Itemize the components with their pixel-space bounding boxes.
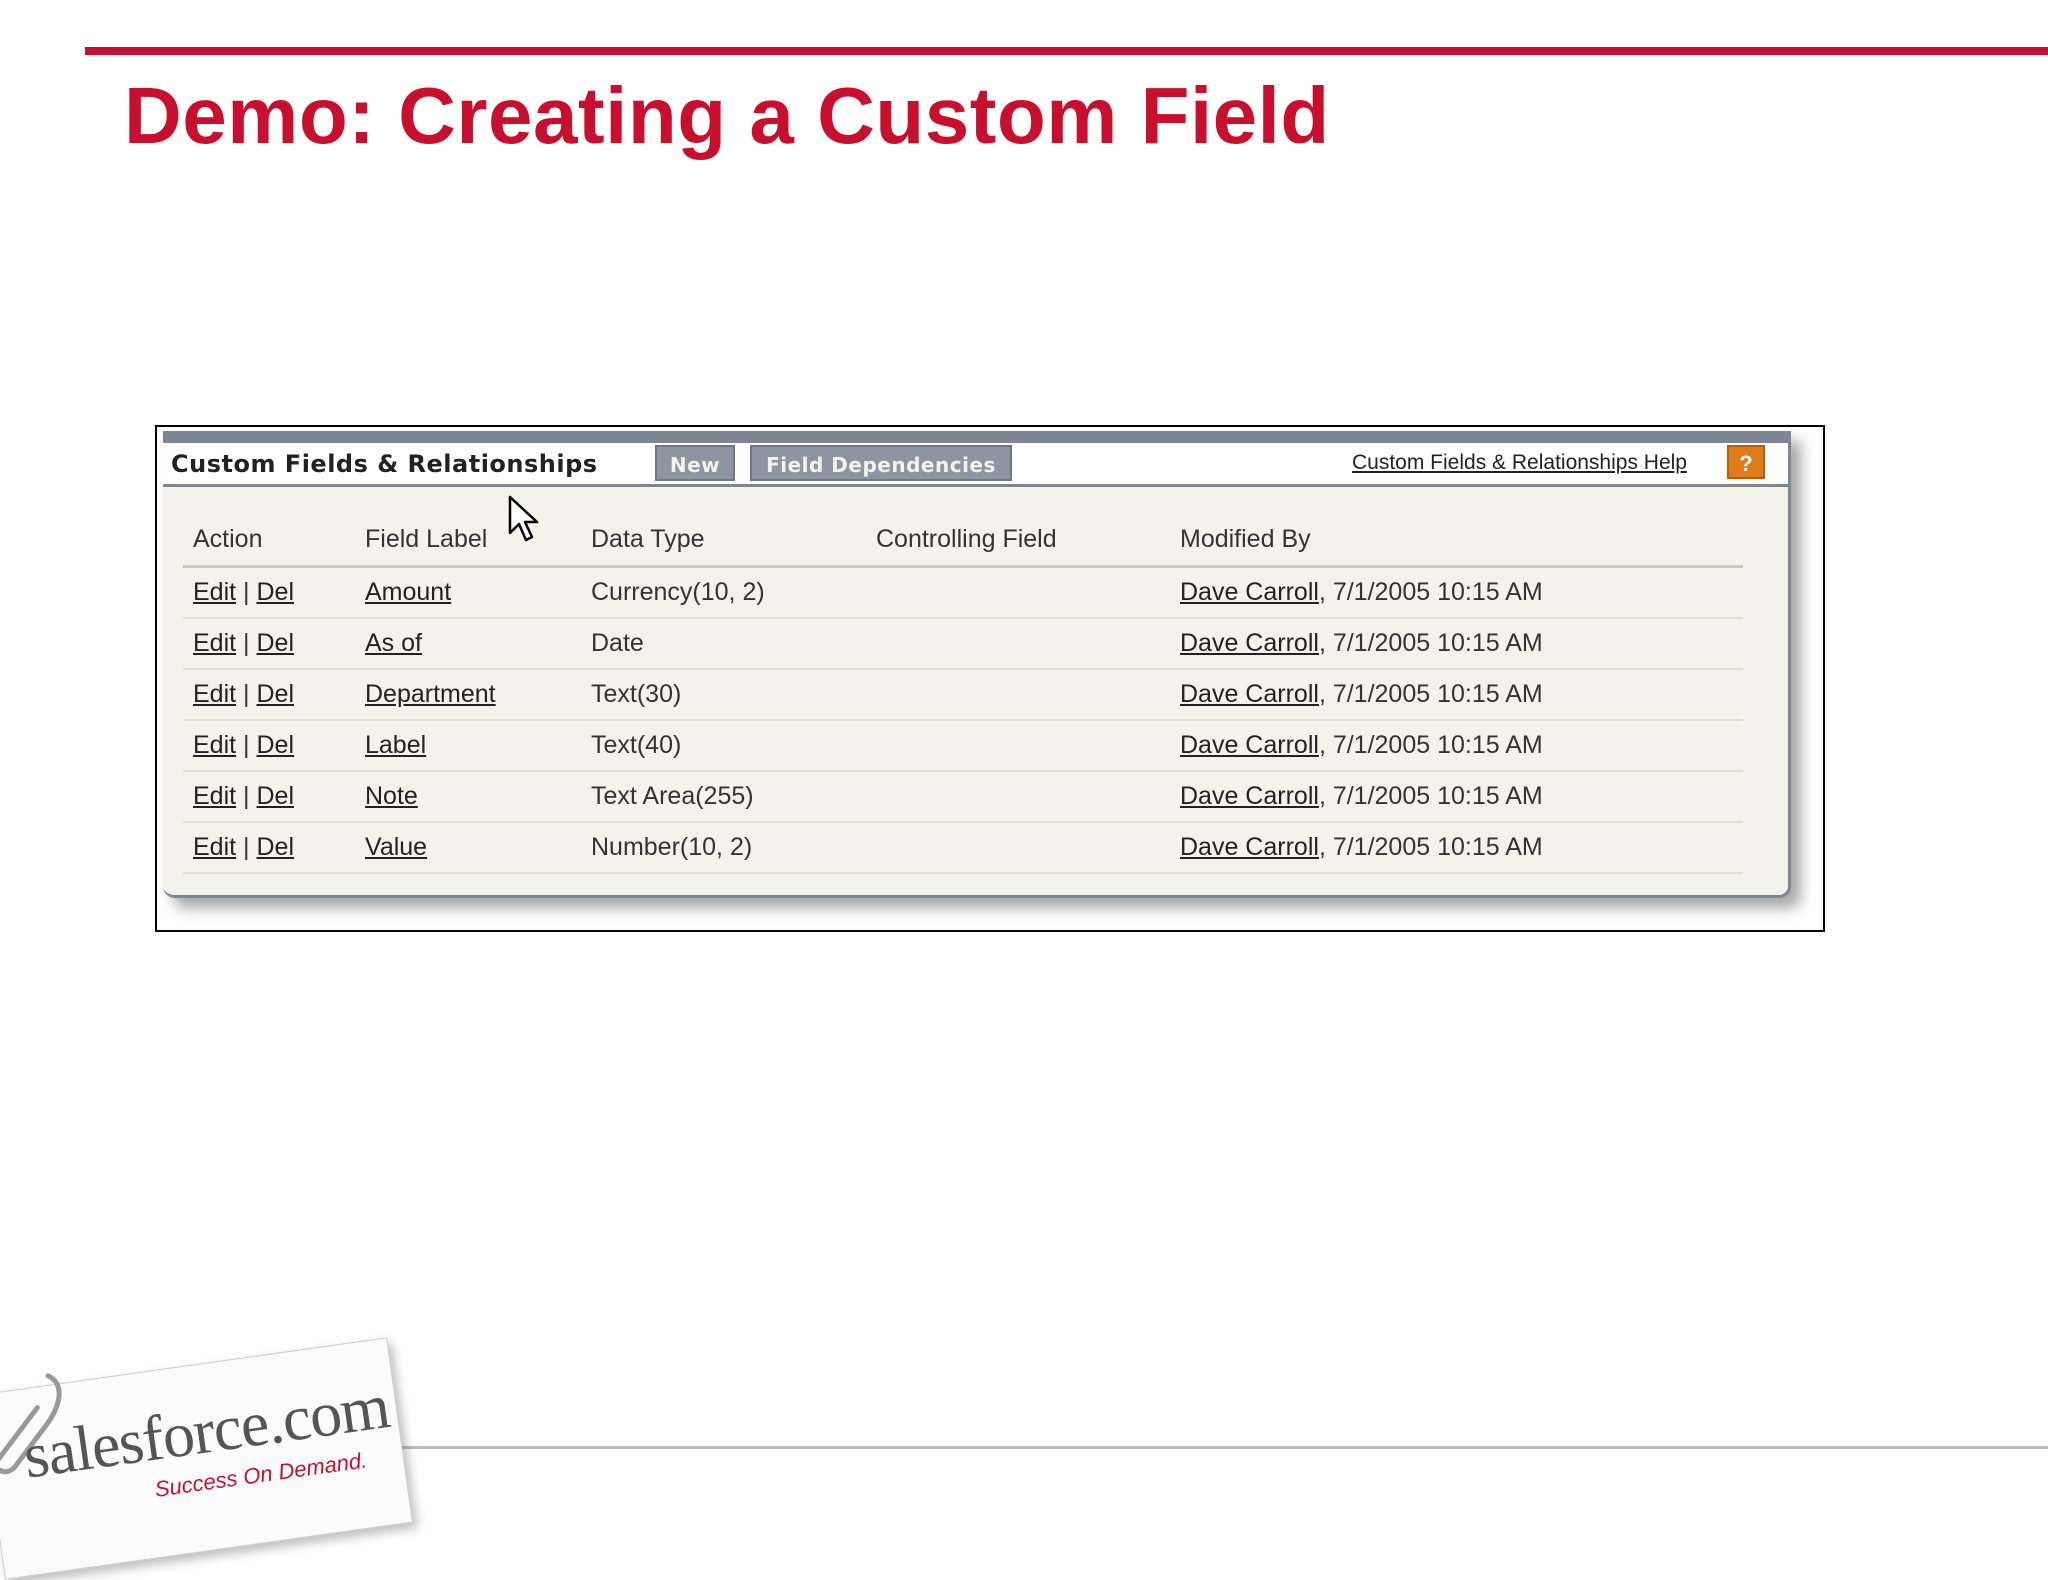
controlling-field-cell (866, 618, 1170, 670)
header-field-label: Field Label (355, 513, 581, 568)
edit-link[interactable]: Edit (193, 578, 236, 606)
modified-by-link[interactable]: Dave Carroll (1180, 731, 1319, 759)
field-dependencies-button[interactable]: Field Dependencies (750, 445, 1012, 481)
field-label-cell: Department (355, 669, 581, 721)
modified-by-cell: Dave Carroll, 7/1/2005 10:15 AM (1170, 669, 1743, 721)
separator: | (243, 731, 250, 759)
controlling-field-cell (866, 822, 1170, 874)
screenshot-frame: Custom Fields & Relationships New Field … (155, 425, 1825, 932)
field-label-cell: Amount (355, 566, 581, 619)
modified-date: , 7/1/2005 10:15 AM (1318, 680, 1543, 708)
help-icon[interactable]: ? (1727, 445, 1765, 479)
field-label-link[interactable]: Label (365, 731, 426, 759)
controlling-field-cell (866, 771, 1170, 823)
modified-by-cell: Dave Carroll, 7/1/2005 10:15 AM (1170, 618, 1743, 670)
help-link[interactable]: Custom Fields & Relationships Help (1352, 451, 1687, 475)
table-row: Edit | Del Label Text(40) Dave Carroll, … (183, 720, 1743, 772)
separator: | (243, 680, 250, 708)
custom-fields-panel: Custom Fields & Relationships New Field … (163, 431, 1791, 898)
table-row: Edit | Del As of Date Dave Carroll, 7/1/… (183, 618, 1743, 670)
modified-by-link[interactable]: Dave Carroll (1180, 782, 1319, 810)
footer-rule (395, 1446, 2048, 1449)
action-cell: Edit | Del (183, 822, 355, 874)
modified-by-cell: Dave Carroll, 7/1/2005 10:15 AM (1170, 822, 1743, 874)
data-type-cell: Currency(10, 2) (581, 566, 866, 619)
table-row: Edit | Del Note Text Area(255) Dave Carr… (183, 771, 1743, 823)
controlling-field-cell (866, 720, 1170, 772)
data-type-cell: Text(30) (581, 669, 866, 721)
del-link[interactable]: Del (257, 578, 295, 606)
data-type-cell: Text Area(255) (581, 771, 866, 823)
data-type-cell: Text(40) (581, 720, 866, 772)
modified-by-link[interactable]: Dave Carroll (1180, 629, 1319, 657)
modified-date: , 7/1/2005 10:15 AM (1318, 782, 1543, 810)
table-row: Edit | Del Department Text(30) Dave Carr… (183, 669, 1743, 721)
del-link[interactable]: Del (257, 680, 295, 708)
panel-title: Custom Fields & Relationships (171, 450, 598, 478)
header-data-type: Data Type (581, 513, 866, 568)
modified-date: , 7/1/2005 10:15 AM (1318, 578, 1543, 606)
table-header-row: Action Field Label Data Type Controlling… (183, 513, 1743, 568)
header-controlling-field: Controlling Field (866, 513, 1170, 568)
modified-date: , 7/1/2005 10:15 AM (1318, 731, 1543, 759)
modified-by-link[interactable]: Dave Carroll (1180, 833, 1319, 861)
separator: | (243, 578, 250, 606)
salesforce-logo-card: salesforce.com Success On Demand. (0, 1337, 414, 1580)
custom-fields-table: Action Field Label Data Type Controlling… (183, 513, 1743, 874)
action-cell: Edit | Del (183, 566, 355, 619)
modified-by-cell: Dave Carroll, 7/1/2005 10:15 AM (1170, 720, 1743, 772)
edit-link[interactable]: Edit (193, 680, 236, 708)
del-link[interactable]: Del (257, 731, 295, 759)
modified-by-cell: Dave Carroll, 7/1/2005 10:15 AM (1170, 771, 1743, 823)
edit-link[interactable]: Edit (193, 629, 236, 657)
field-label-link[interactable]: Amount (365, 578, 451, 606)
title-rule (85, 47, 2048, 55)
modified-date: , 7/1/2005 10:15 AM (1318, 833, 1543, 861)
del-link[interactable]: Del (257, 833, 295, 861)
edit-link[interactable]: Edit (193, 731, 236, 759)
modified-by-link[interactable]: Dave Carroll (1180, 578, 1319, 606)
field-label-link[interactable]: As of (365, 629, 422, 657)
field-label-link[interactable]: Note (365, 782, 418, 810)
edit-link[interactable]: Edit (193, 833, 236, 861)
controlling-field-cell (866, 669, 1170, 721)
field-label-cell: As of (355, 618, 581, 670)
header-modified-by: Modified By (1170, 513, 1743, 568)
field-label-link[interactable]: Department (365, 680, 496, 708)
table-row: Edit | Del Amount Currency(10, 2) Dave C… (183, 566, 1743, 619)
separator: | (243, 833, 250, 861)
action-cell: Edit | Del (183, 669, 355, 721)
field-label-cell: Value (355, 822, 581, 874)
action-cell: Edit | Del (183, 618, 355, 670)
edit-link[interactable]: Edit (193, 782, 236, 810)
panel-header: Custom Fields & Relationships New Field … (163, 443, 1788, 487)
field-label-cell: Label (355, 720, 581, 772)
del-link[interactable]: Del (257, 629, 295, 657)
field-label-link[interactable]: Value (365, 833, 427, 861)
header-action: Action (183, 513, 355, 568)
field-label-cell: Note (355, 771, 581, 823)
data-type-cell: Date (581, 618, 866, 670)
separator: | (243, 629, 250, 657)
new-button[interactable]: New (655, 445, 735, 481)
data-type-cell: Number(10, 2) (581, 822, 866, 874)
del-link[interactable]: Del (257, 782, 295, 810)
modified-by-link[interactable]: Dave Carroll (1180, 680, 1319, 708)
action-cell: Edit | Del (183, 720, 355, 772)
action-cell: Edit | Del (183, 771, 355, 823)
table-row: Edit | Del Value Number(10, 2) Dave Carr… (183, 822, 1743, 874)
modified-date: , 7/1/2005 10:15 AM (1318, 629, 1543, 657)
slide-title: Demo: Creating a Custom Field (124, 71, 1330, 160)
controlling-field-cell (866, 566, 1170, 619)
modified-by-cell: Dave Carroll, 7/1/2005 10:15 AM (1170, 566, 1743, 619)
separator: | (243, 782, 250, 810)
